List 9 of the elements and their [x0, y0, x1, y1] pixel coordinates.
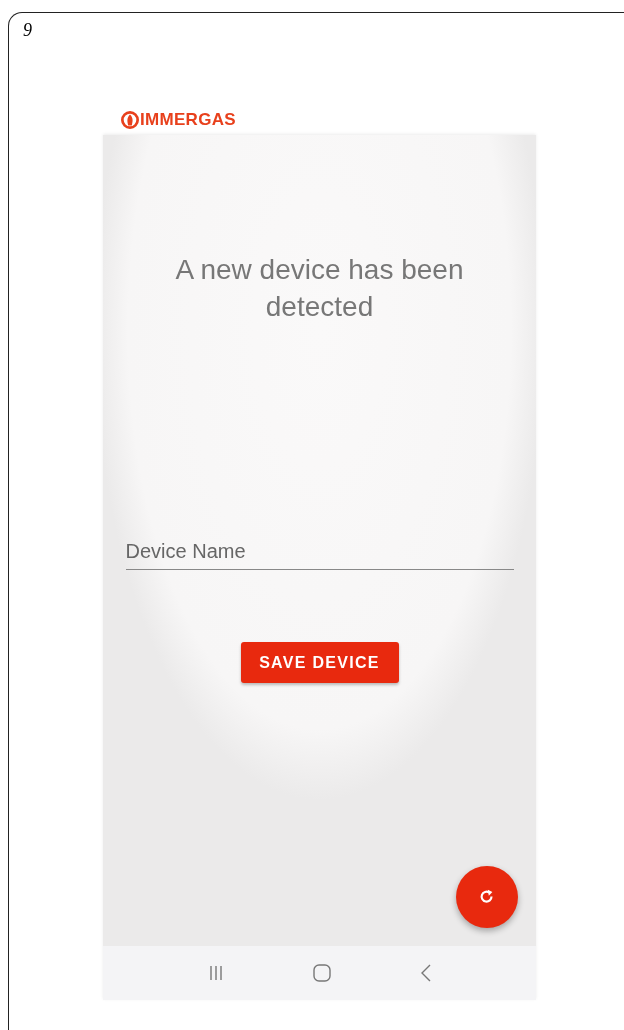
back-icon[interactable]	[420, 963, 433, 983]
brand-logo-text: IMMERGAS	[140, 110, 236, 130]
refresh-button[interactable]	[456, 866, 518, 928]
device-name-field[interactable]: Device Name	[125, 540, 514, 570]
figure-number: 9	[23, 19, 33, 41]
flame-ring-icon	[121, 111, 139, 129]
save-device-button[interactable]: SAVE DEVICE	[240, 642, 399, 683]
screen-title: A new device has been detected	[174, 253, 465, 324]
home-icon[interactable]	[312, 963, 333, 983]
